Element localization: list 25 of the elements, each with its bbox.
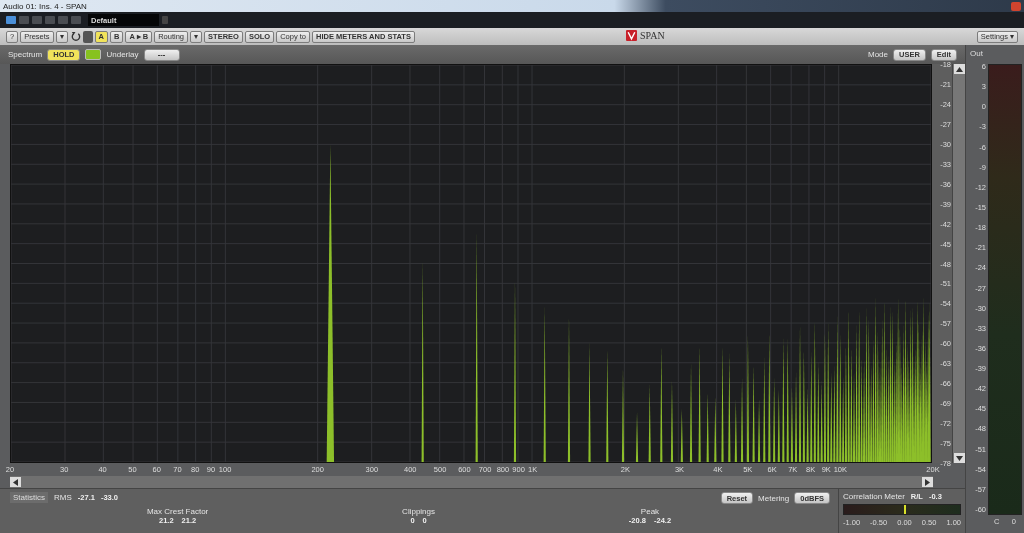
power-icon[interactable] xyxy=(6,16,16,24)
down-arrow-icon[interactable] xyxy=(953,453,965,463)
undo-icon[interactable] xyxy=(69,31,81,42)
mode-label: Mode xyxy=(867,50,888,59)
stat-label: Max Crest Factor xyxy=(146,507,209,516)
logo-icon xyxy=(626,30,637,41)
underlay-label: Underlay xyxy=(106,50,139,59)
spectrum-title: Spectrum xyxy=(8,50,43,59)
out-title: Out xyxy=(969,48,984,60)
close-button[interactable] xyxy=(1011,1,1021,11)
up-arrow-icon[interactable] xyxy=(953,64,965,74)
stat-label: Clippings xyxy=(402,507,435,516)
left-arrow-icon[interactable] xyxy=(10,477,21,487)
metering-label: Metering xyxy=(758,493,790,503)
rms-label: RMS xyxy=(54,493,72,502)
dark-square-button[interactable] xyxy=(82,30,93,43)
horizontal-scrollbar[interactable] xyxy=(10,476,933,488)
vertical-scrollbar[interactable] xyxy=(952,64,965,463)
color-swatch[interactable] xyxy=(85,49,102,60)
stat-label: Peak xyxy=(640,507,660,516)
window-title: Audio 01: Ins. 4 - SPAN xyxy=(3,1,87,11)
right-arrow-icon[interactable] xyxy=(922,477,933,487)
correlation-title: Correlation Meter xyxy=(843,492,905,501)
statistics-title: Statistics xyxy=(10,492,48,503)
logo-text: SPAN xyxy=(640,30,665,41)
